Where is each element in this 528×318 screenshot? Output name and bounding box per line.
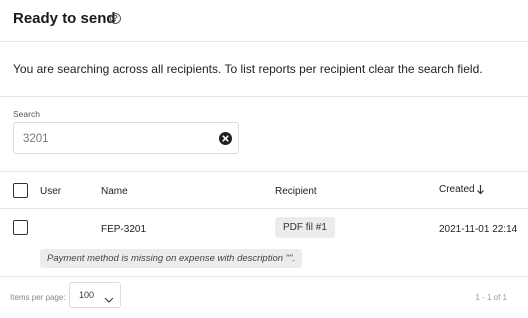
column-header-created[interactable]: Created	[439, 184, 475, 195]
table-header: User Name Recipient Created	[0, 171, 528, 209]
chevron-down-icon	[104, 291, 114, 309]
table-footer: Items per page: 100 1 - 1 of 1	[0, 277, 528, 318]
notice-text: You are searching across all recipients.…	[13, 62, 483, 76]
search-notice: You are searching across all recipients.…	[0, 42, 528, 97]
search-label: Search	[13, 109, 40, 119]
column-header-user[interactable]: User	[40, 186, 61, 197]
row-created: 2021-11-01 22:14	[439, 224, 518, 235]
items-per-page-select[interactable]: 100	[69, 282, 121, 308]
items-per-page-value: 100	[79, 290, 95, 300]
row-checkbox[interactable]	[13, 220, 28, 235]
arrow-down-icon[interactable]	[476, 184, 485, 198]
column-header-name[interactable]: Name	[101, 186, 128, 197]
page-header: Ready to send ?	[0, 0, 528, 42]
search-box	[13, 122, 239, 154]
row-name: FEP-3201	[101, 224, 147, 235]
clear-circle-icon[interactable]	[219, 132, 232, 145]
table-row[interactable]: FEP-3201 PDF fil #1 2021-11-01 22:14 Pay…	[0, 209, 528, 277]
help-circle-icon[interactable]: ?	[110, 13, 121, 24]
search-input[interactable]	[23, 131, 203, 147]
row-warning: Payment method is missing on expense wit…	[40, 249, 303, 268]
page-title: Ready to send	[13, 10, 116, 27]
items-per-page-label: Items per page:	[10, 293, 66, 302]
recipient-badge: PDF fil #1	[275, 217, 335, 238]
select-all-checkbox[interactable]	[13, 183, 28, 198]
pagination-info: 1 - 1 of 1	[475, 293, 507, 302]
column-header-recipient[interactable]: Recipient	[275, 186, 317, 197]
